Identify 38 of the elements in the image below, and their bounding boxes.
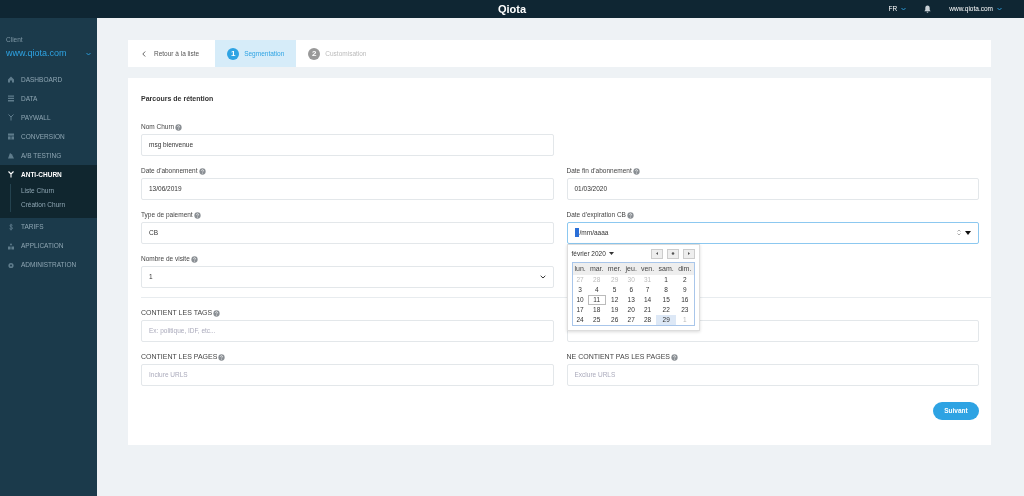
bell-icon[interactable]	[924, 5, 932, 13]
app-title: Qiota	[497, 1, 527, 17]
help-icon	[632, 167, 640, 175]
prev-month-button[interactable]	[650, 248, 663, 259]
help-icon	[218, 353, 226, 361]
chevron-down-icon	[901, 7, 907, 11]
shape-icon	[7, 151, 15, 161]
dropdown-triangle-icon[interactable]	[965, 230, 971, 235]
dollar-icon	[7, 222, 15, 232]
next-month-button[interactable]	[682, 248, 695, 259]
caret-icon	[608, 252, 614, 255]
fork-icon	[7, 113, 15, 123]
dot-icon	[670, 251, 675, 256]
chevron-down-icon	[86, 51, 91, 56]
list-icon	[7, 94, 15, 104]
triangle-left-icon	[654, 251, 659, 256]
triangle-right-icon	[686, 251, 691, 256]
today-button[interactable]	[666, 248, 679, 259]
step-number: 2	[308, 47, 321, 60]
help-icon	[671, 353, 678, 361]
help-icon	[626, 211, 634, 219]
spinner-icon[interactable]	[957, 229, 961, 236]
help-icon	[175, 123, 183, 131]
fork-icon	[7, 170, 15, 180]
shapes-icon	[7, 241, 15, 251]
home-icon	[7, 75, 15, 85]
chevron-down-icon	[997, 7, 1002, 11]
help-icon	[213, 309, 221, 317]
chevron-left-icon	[142, 50, 146, 57]
chevron-down-icon	[539, 274, 546, 279]
help-icon	[198, 167, 206, 175]
client-select[interactable]: www.qiota.com	[0, 44, 97, 71]
help-icon	[190, 255, 198, 263]
gear-icon	[7, 260, 15, 270]
step-number: 1	[227, 47, 240, 60]
help-icon	[193, 211, 201, 219]
text-cursor	[574, 228, 579, 237]
grid-icon	[7, 132, 15, 142]
